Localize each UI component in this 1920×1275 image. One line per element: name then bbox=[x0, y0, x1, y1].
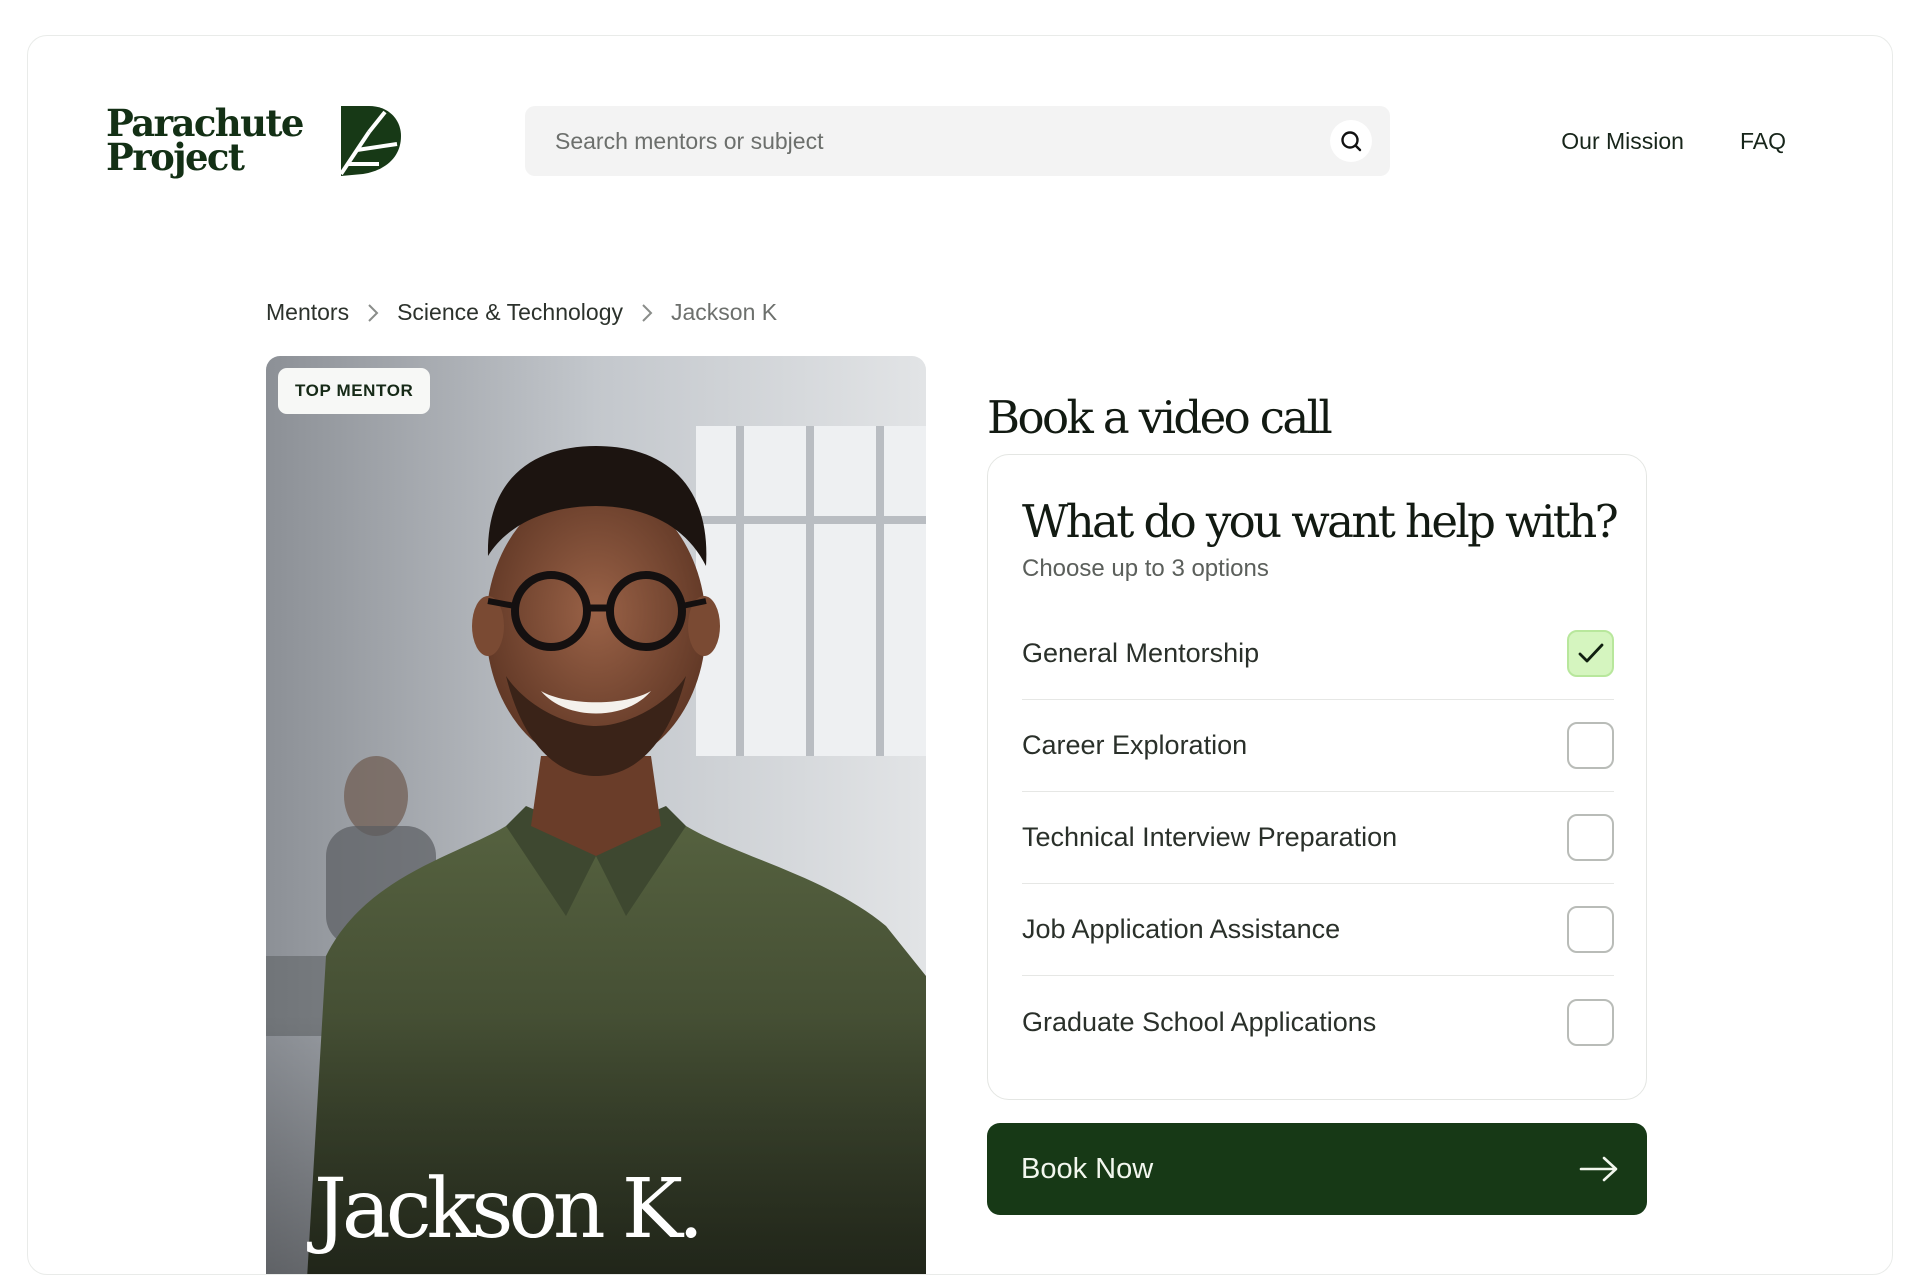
mentor-photo-card: TOP MENTOR Jackson K. bbox=[266, 356, 926, 1274]
help-hint: Choose up to 3 options bbox=[1022, 555, 1269, 582]
booking-title: Book a video call bbox=[987, 391, 1333, 444]
checkbox[interactable] bbox=[1567, 722, 1614, 769]
check-icon bbox=[1578, 643, 1603, 662]
nav-our-mission[interactable]: Our Mission bbox=[1561, 128, 1684, 155]
help-question: What do you want help with? bbox=[1022, 495, 1619, 548]
arrow-right-icon bbox=[1579, 1156, 1618, 1182]
leaf-logo-icon bbox=[339, 106, 401, 176]
checkbox[interactable] bbox=[1567, 814, 1614, 861]
option-label: Technical Interview Preparation bbox=[1022, 822, 1398, 852]
top-mentor-badge: TOP MENTOR bbox=[278, 368, 431, 414]
mentor-name: Jackson K. bbox=[314, 1162, 704, 1257]
search-button[interactable] bbox=[1330, 120, 1372, 162]
chevron-right-icon bbox=[367, 303, 379, 323]
mentor-photo bbox=[266, 356, 926, 1274]
book-now-label: Book Now bbox=[1021, 1152, 1154, 1185]
search-bar bbox=[525, 106, 1390, 176]
top-nav: Our Mission FAQ bbox=[1561, 128, 1786, 155]
option-label: Job Application Assistance bbox=[1022, 914, 1341, 944]
chevron-right-icon bbox=[641, 303, 653, 323]
breadcrumb-mentors[interactable]: Mentors bbox=[266, 299, 349, 326]
brand-line-2: Project bbox=[106, 135, 245, 179]
checkbox[interactable] bbox=[1567, 906, 1614, 953]
search-icon bbox=[1341, 131, 1362, 152]
breadcrumb: Mentors Science & Technology Jackson K bbox=[266, 299, 777, 326]
breadcrumb-current: Jackson K bbox=[670, 299, 778, 325]
help-options-card: What do you want help with? Choose up to… bbox=[987, 454, 1647, 1100]
option-general-mentorship[interactable]: General Mentorship bbox=[1022, 608, 1614, 700]
option-graduate-school-applications[interactable]: Graduate School Applications bbox=[1022, 976, 1614, 1068]
search-input[interactable] bbox=[553, 126, 1330, 156]
option-job-application-assistance[interactable]: Job Application Assistance bbox=[1022, 884, 1614, 976]
option-technical-interview-preparation[interactable]: Technical Interview Preparation bbox=[1022, 792, 1614, 884]
help-options-list: General Mentorship Career Exploration Te… bbox=[1022, 608, 1614, 1068]
checkbox-checked[interactable] bbox=[1567, 630, 1614, 677]
nav-faq[interactable]: FAQ bbox=[1740, 128, 1786, 155]
brand-logo[interactable]: Parachute Project bbox=[106, 104, 401, 176]
page-frame: Parachute Project Our Mission FAQ Mentor… bbox=[27, 35, 1893, 1275]
option-career-exploration[interactable]: Career Exploration bbox=[1022, 700, 1614, 792]
checkbox[interactable] bbox=[1567, 998, 1614, 1046]
brand-wordmark: Parachute Project bbox=[106, 105, 304, 179]
option-label: Graduate School Applications bbox=[1022, 1006, 1377, 1037]
breadcrumb-science-technology[interactable]: Science & Technology bbox=[397, 299, 623, 326]
option-label: General Mentorship bbox=[1022, 638, 1260, 668]
option-label: Career Exploration bbox=[1022, 730, 1248, 760]
book-now-button[interactable]: Book Now bbox=[987, 1123, 1647, 1215]
